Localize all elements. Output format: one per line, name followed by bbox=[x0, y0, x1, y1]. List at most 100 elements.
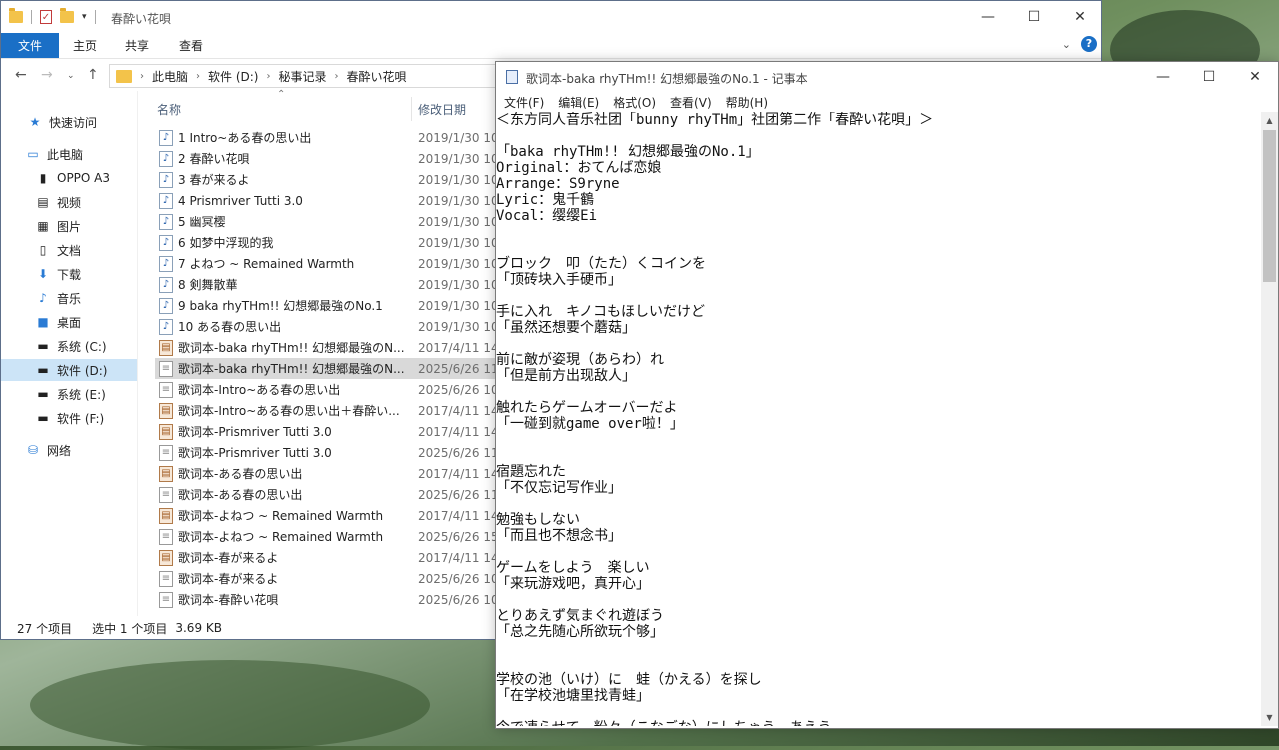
menu-help[interactable]: 帮助(H) bbox=[726, 94, 768, 111]
chevron-right-icon[interactable]: › bbox=[266, 71, 270, 82]
nav-label: OPPO A3 bbox=[57, 171, 111, 185]
breadcrumb-this-pc[interactable]: 此电脑 bbox=[152, 68, 188, 85]
nav-quick-access[interactable]: ★ 快速访问 bbox=[1, 111, 137, 133]
maximize-icon[interactable]: ☐ bbox=[1011, 1, 1057, 33]
menu-view[interactable]: 查看(V) bbox=[670, 94, 712, 111]
file-row[interactable]: ▤ 歌词本-ある春の思い出 2017/4/11 14: bbox=[155, 463, 495, 484]
close-icon[interactable]: ✕ bbox=[1057, 1, 1103, 33]
file-row[interactable]: ≡ 歌词本-よねつ ~ Remained Warmth 2025/6/26 15: bbox=[155, 526, 495, 547]
file-date: 2017/4/11 14: bbox=[418, 424, 495, 439]
folder-icon[interactable] bbox=[9, 8, 23, 23]
vertical-scrollbar[interactable]: ▲ ▼ bbox=[1261, 112, 1278, 726]
file-row[interactable]: ▤ 歌词本-春が来るよ 2017/4/11 14: bbox=[155, 547, 495, 568]
nav-this-pc[interactable]: ▭ 此电脑 bbox=[1, 143, 137, 165]
maximize-icon[interactable]: ☐ bbox=[1186, 61, 1232, 93]
file-row[interactable]: ≡ 歌词本-春が来るよ 2025/6/26 10: bbox=[155, 568, 495, 589]
file-row[interactable]: ♪ 1 Intro~ある春の思い出 2019/1/30 10: bbox=[155, 127, 495, 148]
file-date: 2025/6/26 11: bbox=[418, 361, 495, 376]
file-row[interactable]: ▤ 歌词本-よねつ ~ Remained Warmth 2017/4/11 14: bbox=[155, 505, 495, 526]
tab-view[interactable]: 查看 bbox=[179, 33, 203, 58]
audio-file-icon: ♪ bbox=[159, 234, 173, 251]
nav-item-drive-f[interactable]: ▬ 软件 (F:) bbox=[1, 407, 137, 429]
nav-item-desktop[interactable]: ■ 桌面 bbox=[1, 311, 137, 333]
recent-locations-icon[interactable]: ⌄ bbox=[67, 71, 75, 81]
nav-item-drive-d[interactable]: ▬ 软件 (D:) bbox=[1, 359, 137, 381]
breadcrumb-drive-d[interactable]: 软件 (D:) bbox=[208, 68, 258, 85]
file-date: 2025/6/26 11: bbox=[418, 445, 495, 460]
file-row[interactable]: ≡ 歌词本-Intro~ある春の思い出 2025/6/26 10: bbox=[155, 379, 495, 400]
text-editor[interactable]: ＜东方同人音乐社团「bunny rhyTHm」社团第二作「春酔い花唄」＞ 「ba… bbox=[496, 112, 1258, 726]
chevron-down-icon[interactable]: ⌄ bbox=[1062, 38, 1071, 51]
file-row[interactable]: ▤ 歌词本-baka rhyTHm!! 幻想郷最強のN... 2017/4/11 1… bbox=[155, 337, 495, 358]
notepad-icon[interactable] bbox=[506, 70, 518, 84]
file-row[interactable]: ♪ 5 幽冥樱 2019/1/30 10: bbox=[155, 211, 495, 232]
picture-icon: ▦ bbox=[37, 219, 49, 233]
rtf-file-icon: ▤ bbox=[159, 549, 173, 566]
nav-item-music[interactable]: ♪ 音乐 bbox=[1, 287, 137, 309]
file-row[interactable]: ♪ 9 baka rhyTHm!! 幻想郷最強のNo.1 2019/1/30 10: bbox=[155, 295, 495, 316]
menu-edit[interactable]: 编辑(E) bbox=[558, 94, 599, 111]
menu-format[interactable]: 格式(O) bbox=[613, 94, 656, 111]
nav-item-phone[interactable]: ▮ OPPO A3 bbox=[1, 167, 137, 189]
chevron-right-icon[interactable]: › bbox=[335, 71, 339, 82]
file-row[interactable]: ♪ 6 如梦中浮现的我 2019/1/30 10: bbox=[155, 232, 495, 253]
nav-item-drive-e[interactable]: ▬ 系统 (E:) bbox=[1, 383, 137, 405]
file-date: 2017/4/11 14: bbox=[418, 403, 495, 418]
file-row[interactable]: ≡ 歌词本-ある春の思い出 2025/6/26 11: bbox=[155, 484, 495, 505]
file-row[interactable]: ≡ 歌词本-Prismriver Tutti 3.0 2025/6/26 11: bbox=[155, 442, 495, 463]
sort-ascending-icon: ⌃ bbox=[277, 89, 286, 100]
file-row[interactable]: ≡ 歌词本-baka rhyTHm!! 幻想郷最強のN... 2025/6/26 1… bbox=[155, 358, 495, 379]
nav-item-documents[interactable]: ▯ 文档 bbox=[1, 239, 137, 261]
file-row[interactable]: ♪ 7 よねつ ~ Remained Warmth 2019/1/30 10: bbox=[155, 253, 495, 274]
scroll-thumb[interactable] bbox=[1263, 130, 1276, 282]
nav-label: 音乐 bbox=[57, 291, 82, 306]
tab-home[interactable]: 主页 bbox=[73, 33, 97, 58]
file-row[interactable]: ♪ 8 剣舞散華 2019/1/30 10: bbox=[155, 274, 495, 295]
file-row[interactable]: ▤ 歌词本-Prismriver Tutti 3.0 2017/4/11 14: bbox=[155, 421, 495, 442]
close-icon[interactable]: ✕ bbox=[1232, 61, 1278, 93]
minimize-icon[interactable]: — bbox=[1140, 61, 1186, 93]
chevron-right-icon[interactable]: › bbox=[140, 71, 144, 82]
nav-item-pictures[interactable]: ▦ 图片 bbox=[1, 215, 137, 237]
file-row[interactable]: ♪ 3 春が来るよ 2019/1/30 10: bbox=[155, 169, 495, 190]
breadcrumb-current[interactable]: 春酔い花唄 bbox=[347, 68, 407, 85]
file-row[interactable]: ▤ 歌词本-Intro~ある春の思い出＋春酔い... 2017/4/11 14: bbox=[155, 400, 495, 421]
audio-file-icon: ♪ bbox=[159, 318, 173, 335]
column-divider[interactable] bbox=[411, 97, 412, 121]
new-folder-icon[interactable] bbox=[60, 8, 74, 23]
file-row[interactable]: ♪ 2 春酔い花唄 2019/1/30 10: bbox=[155, 148, 495, 169]
file-row[interactable]: ♪ 4 Prismriver Tutti 3.0 2019/1/30 10: bbox=[155, 190, 495, 211]
customize-toolbar-icon[interactable]: ▾ bbox=[82, 12, 87, 22]
up-arrow-icon[interactable]: ↑ bbox=[87, 67, 99, 83]
help-icon[interactable]: ? bbox=[1081, 36, 1097, 52]
menu-file[interactable]: 文件(F) bbox=[504, 94, 544, 111]
forward-arrow-icon[interactable]: → bbox=[41, 67, 53, 83]
column-header-date[interactable]: 修改日期 bbox=[418, 97, 466, 121]
file-name: 歌词本-baka rhyTHm!! 幻想郷最強のN... bbox=[178, 341, 405, 355]
nav-label: 网络 bbox=[47, 443, 72, 458]
breadcrumb-folder[interactable]: 秘事记录 bbox=[278, 68, 326, 85]
nav-item-videos[interactable]: ▤ 视频 bbox=[1, 191, 137, 213]
properties-icon[interactable]: ✓ bbox=[40, 10, 52, 24]
file-name: 3 春が来るよ bbox=[178, 173, 250, 187]
file-row[interactable]: ♪ 10 ある春の思い出 2019/1/30 10: bbox=[155, 316, 495, 337]
nav-label: 下载 bbox=[57, 267, 82, 282]
minimize-icon[interactable]: — bbox=[965, 1, 1011, 33]
scroll-down-icon[interactable]: ▼ bbox=[1261, 709, 1278, 726]
chevron-right-icon[interactable]: › bbox=[196, 71, 200, 82]
audio-file-icon: ♪ bbox=[159, 150, 173, 167]
file-date: 2017/4/11 14: bbox=[418, 340, 495, 355]
nav-network[interactable]: ⛁ 网络 bbox=[1, 439, 137, 461]
nav-item-drive-c[interactable]: ▬ 系统 (C:) bbox=[1, 335, 137, 357]
scroll-up-icon[interactable]: ▲ bbox=[1261, 112, 1278, 129]
text-file-icon: ≡ bbox=[159, 360, 173, 377]
file-date: 2025/6/26 10: bbox=[418, 592, 495, 607]
tab-file[interactable]: 文件 bbox=[1, 33, 59, 58]
back-arrow-icon[interactable]: ← bbox=[15, 67, 27, 83]
column-header-name[interactable]: 名称 bbox=[157, 97, 181, 121]
tab-share[interactable]: 共享 bbox=[125, 33, 149, 58]
file-date: 2017/4/11 14: bbox=[418, 550, 495, 565]
file-row[interactable]: ≡ 歌词本-春酔い花唄 2025/6/26 10: bbox=[155, 589, 495, 610]
pane-splitter[interactable] bbox=[137, 91, 138, 616]
nav-item-downloads[interactable]: ⬇ 下载 bbox=[1, 263, 137, 285]
